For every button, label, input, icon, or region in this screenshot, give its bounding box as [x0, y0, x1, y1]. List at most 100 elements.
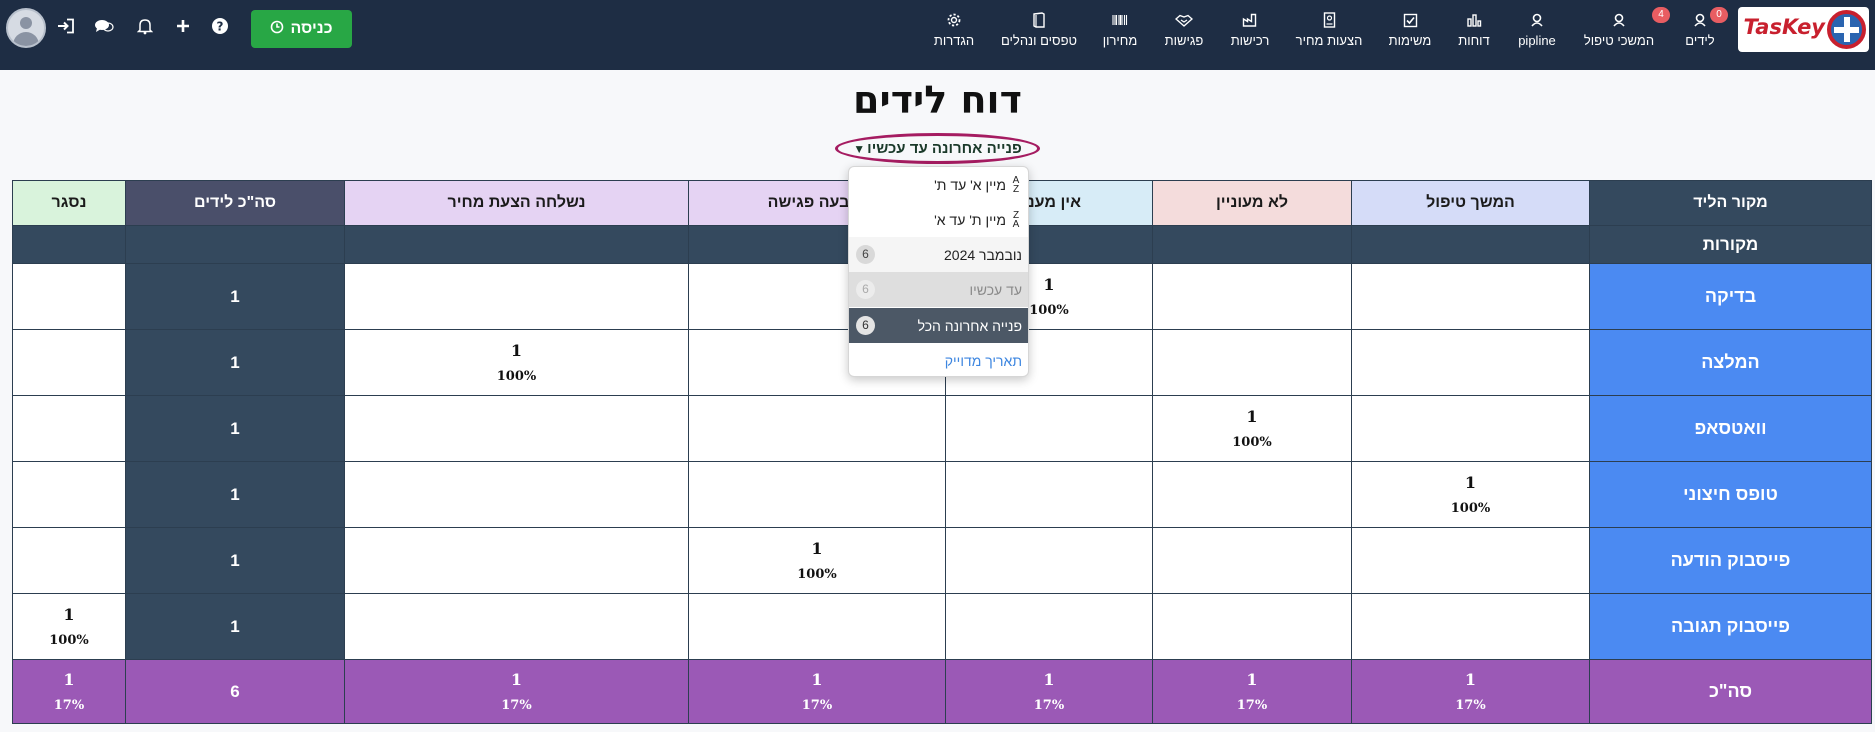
row-source-name[interactable]: טופס חיצוני — [1589, 461, 1872, 528]
row-total-cell[interactable]: 1 — [125, 461, 345, 528]
sort-alpha-desc-icon: ZA — [1012, 209, 1020, 230]
meeting-cell[interactable] — [688, 461, 946, 528]
row-source-name[interactable]: בדיקה — [1589, 263, 1872, 330]
quote-sent-cell[interactable] — [344, 527, 689, 594]
followup-cell[interactable] — [1351, 527, 1590, 594]
closed-cell[interactable] — [12, 395, 126, 462]
col-header-not-interested[interactable]: לא מעוניין — [1152, 180, 1352, 226]
empty-cell — [344, 225, 689, 264]
nav-item-meetings[interactable]: פגישות — [1163, 10, 1205, 54]
row-source-name[interactable]: פייסבוק תגובה — [1589, 593, 1872, 660]
no-answer-cell[interactable] — [945, 395, 1153, 462]
leads-badge: 0 — [1710, 7, 1728, 23]
nav-item-quotes[interactable]: הצעות מחיר — [1294, 10, 1364, 54]
nav-item-followups[interactable]: 4 המשכי טיפול — [1584, 7, 1670, 54]
empty-cell — [12, 225, 126, 264]
meeting-cell[interactable] — [688, 593, 946, 660]
followup-cell[interactable] — [1351, 263, 1590, 330]
closed-cell[interactable] — [12, 329, 126, 396]
user-icon — [1525, 10, 1549, 30]
cell-count: 1 — [1464, 473, 1477, 492]
total-closed-cell[interactable]: 1 17% — [12, 659, 126, 724]
row-source-name[interactable]: פייסבוק הודעה — [1589, 527, 1872, 594]
not-interested-cell[interactable] — [1152, 527, 1352, 594]
nav-item-leads[interactable]: 0 לידים — [1682, 7, 1728, 54]
row-source-name[interactable]: וואטסאפ — [1589, 395, 1872, 462]
enter-button[interactable]: כניסה — [251, 10, 352, 48]
col-header-followup[interactable]: המשך טיפול — [1351, 180, 1590, 226]
add-icon[interactable] — [171, 14, 195, 38]
taskey-logo[interactable]: TasKey — [1738, 7, 1869, 52]
nav-item-pricelist[interactable]: מחירון — [1100, 10, 1140, 54]
total-meeting-cell[interactable]: 1 17% — [688, 659, 946, 724]
factory-icon — [1238, 10, 1262, 30]
not-interested-cell[interactable] — [1152, 263, 1352, 330]
no-answer-cell[interactable] — [945, 593, 1153, 660]
col-header-source[interactable]: מקור הליד — [1589, 180, 1872, 226]
closed-cell[interactable]: 1 100% — [12, 593, 126, 660]
cell-percent: 100% — [1450, 501, 1491, 516]
followup-cell[interactable] — [1351, 593, 1590, 660]
exact-date-link[interactable]: תאריך מדוייק — [849, 343, 1028, 376]
login-icon[interactable] — [54, 14, 78, 38]
quote-sent-cell[interactable]: 1 100% — [344, 329, 689, 396]
row-total-cell[interactable]: 1 — [125, 593, 345, 660]
sort-desc-option[interactable]: ZA מיין ת' עד א' — [849, 202, 1028, 237]
nav-item-forms[interactable]: טפסים ונהלים — [1000, 10, 1078, 54]
filter-option-until-now: עד עכשיו 6 — [849, 272, 1028, 307]
nav-item-purchases[interactable]: רכישות — [1228, 10, 1272, 54]
followup-cell[interactable] — [1351, 395, 1590, 462]
help-icon[interactable]: ? — [208, 14, 232, 38]
quote-sent-cell[interactable] — [344, 263, 689, 330]
nav-item-settings[interactable]: הגדרות — [934, 10, 974, 54]
filter-option-november-2024[interactable]: נובמבר 2024 6 — [849, 237, 1028, 272]
row-total-cell[interactable]: 1 — [125, 329, 345, 396]
not-interested-cell[interactable] — [1152, 329, 1352, 396]
totals-row: סה"כ 1 17% 1 17% 1 17% 1 17% 1 17% 6 1 17% — [12, 659, 1872, 724]
meeting-cell[interactable] — [688, 395, 946, 462]
grand-total-cell[interactable]: 6 — [125, 659, 345, 724]
user-avatar[interactable] — [6, 8, 46, 48]
quote-sent-cell[interactable] — [344, 461, 689, 528]
cell-percent: 100% — [496, 369, 537, 384]
no-answer-cell[interactable] — [945, 527, 1153, 594]
chat-icon[interactable] — [92, 14, 116, 38]
row-total-cell[interactable]: 1 — [125, 527, 345, 594]
sort-asc-label: מיין א' עד ת' — [934, 176, 1006, 193]
closed-cell[interactable] — [12, 263, 126, 330]
date-filter-toggle[interactable]: פנייה אחרונה עד עכשיו ▼ — [835, 133, 1040, 164]
total-not-interested-cell[interactable]: 1 17% — [1152, 659, 1352, 724]
nav-item-reports[interactable]: דוחות — [1457, 10, 1491, 54]
followup-cell[interactable] — [1351, 329, 1590, 396]
sort-asc-option[interactable]: AZ מיין א' עד ת' — [849, 167, 1028, 202]
row-total-cell[interactable]: 1 — [125, 263, 345, 330]
col-header-quote-sent[interactable]: נשלחה הצעת מחיר — [344, 180, 689, 226]
col-header-total-leads[interactable]: סה"כ לידים — [125, 180, 345, 226]
nav-label: דוחות — [1458, 33, 1490, 48]
quote-sent-cell[interactable] — [344, 593, 689, 660]
sources-section-label: מקורות — [1589, 225, 1872, 264]
not-interested-cell[interactable] — [1152, 461, 1352, 528]
closed-cell[interactable] — [12, 527, 126, 594]
checkbox-icon — [1398, 10, 1422, 30]
user-icon — [1607, 10, 1631, 30]
not-interested-cell[interactable]: 1 100% — [1152, 395, 1352, 462]
col-header-closed[interactable]: נסגר — [12, 180, 126, 226]
closed-cell[interactable] — [12, 461, 126, 528]
total-followup-cell[interactable]: 1 17% — [1351, 659, 1590, 724]
quote-sent-cell[interactable] — [344, 395, 689, 462]
total-no-answer-cell[interactable]: 1 17% — [945, 659, 1153, 724]
nav-item-tasks[interactable]: משימות — [1388, 10, 1432, 54]
nav-item-pipeline[interactable]: pipline — [1517, 10, 1557, 54]
bell-icon[interactable] — [133, 14, 157, 38]
date-filter-dropdown: AZ מיין א' עד ת' ZA מיין ת' עד א' נובמבר… — [848, 166, 1029, 377]
row-source-name[interactable]: המלצה — [1589, 329, 1872, 396]
not-interested-cell[interactable] — [1152, 593, 1352, 660]
total-quote-sent-cell[interactable]: 1 17% — [344, 659, 689, 724]
meeting-cell[interactable]: 1 100% — [688, 527, 946, 594]
no-answer-cell[interactable] — [945, 461, 1153, 528]
row-total-cell[interactable]: 1 — [125, 395, 345, 462]
followup-cell[interactable]: 1 100% — [1351, 461, 1590, 528]
table-row: פייסבוק הודעה 1 100% 1 — [12, 527, 1872, 594]
filter-option-all[interactable]: פנייה אחרונה הכל 6 — [849, 308, 1028, 343]
